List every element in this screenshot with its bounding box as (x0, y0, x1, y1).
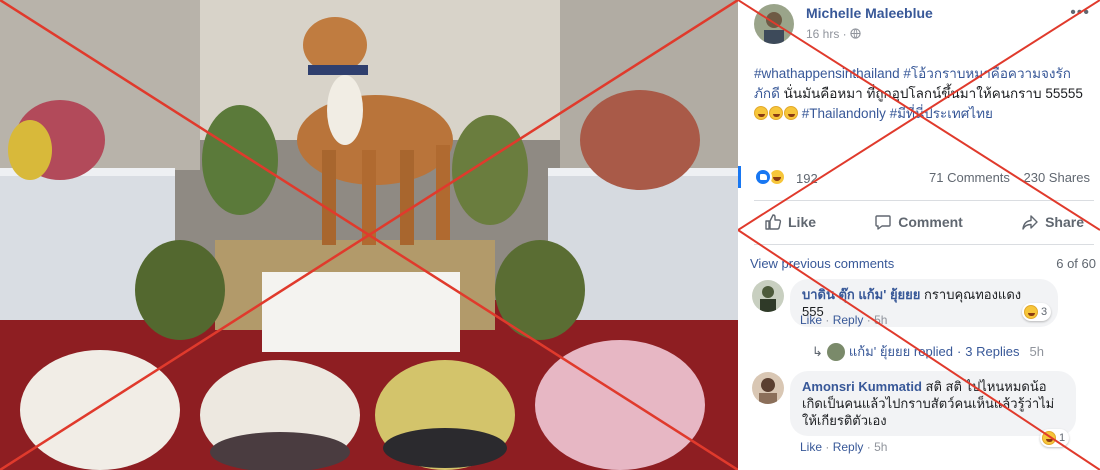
commenter-name[interactable]: บาดิน ตุ๊ก แก้ม' ยุ้ยยย (802, 287, 920, 302)
shrine-photo-illustration (0, 0, 738, 470)
commenter-avatar[interactable] (752, 280, 784, 312)
commenter-avatar[interactable] (752, 372, 784, 404)
commenter-name[interactable]: Amonsri Kummatid (802, 379, 922, 394)
globe-icon (850, 28, 861, 39)
more-horizontal-icon[interactable]: ••• (1070, 4, 1090, 22)
comment-button[interactable]: Comment (864, 209, 973, 235)
post-caption: #whathappensinthailand #โอ้วกราบหมาคือคว… (754, 64, 1094, 124)
hashtag-thailandonly[interactable]: #Thailandonly (802, 106, 886, 121)
haha-reaction-icon (1024, 305, 1038, 319)
comment-reaction-count: 3 (1041, 306, 1048, 318)
share-label: Share (1045, 214, 1084, 230)
post-sidebar: Michelle Maleeblue 16 hrs · ••• #whathap… (738, 0, 1100, 470)
hashtag-whathappensinthailand[interactable]: #whathappensinthailand (754, 66, 900, 81)
thumbs-up-icon (765, 214, 782, 230)
reply-arrow-icon: ↳ (812, 343, 823, 359)
separator-dot: · (825, 440, 830, 454)
like-reaction-icon (754, 168, 772, 186)
rofl-emoji-icon (769, 106, 783, 120)
post-photo[interactable] (0, 0, 738, 470)
replier-avatar (826, 342, 845, 361)
comment-actions: Like · Reply · 5h (800, 440, 887, 454)
comment-reaction-badge[interactable]: 1 (1040, 429, 1070, 447)
post-time-text: 16 hrs · (806, 27, 847, 41)
reaction-count[interactable]: 192 (796, 171, 818, 186)
divider (754, 244, 1094, 245)
view-previous-comments-link[interactable]: View previous comments (750, 256, 894, 271)
comment-age[interactable]: 5h (874, 313, 887, 327)
like-button[interactable]: Like (754, 209, 826, 235)
comment-label: Comment (898, 214, 963, 230)
separator-dot: · (866, 313, 871, 327)
laughing-emojis (754, 106, 798, 120)
separator-dot: · (825, 313, 830, 327)
divider (754, 200, 1094, 201)
comment-like-link[interactable]: Like (800, 313, 822, 327)
hashtag-only-in-thailand[interactable]: #มีที่นี่ประเทศไทย (890, 106, 993, 121)
active-indicator (738, 166, 741, 188)
share-button[interactable]: Share (1011, 209, 1094, 235)
comment-reply-link[interactable]: Reply (833, 313, 864, 327)
like-label: Like (788, 214, 817, 230)
separator-dot: · (866, 440, 871, 454)
view-replies-link[interactable]: ↳ แก้ม' ยุ้ยยย replied · 3 Replies 5h (812, 341, 1044, 362)
post-stats: 192 71 Comments 230 Shares (754, 166, 1094, 190)
author-name[interactable]: Michelle Maleeblue (806, 5, 933, 21)
separator-dot: · (956, 344, 962, 359)
replier-text: แก้ม' ยุ้ยยย replied (848, 344, 953, 359)
comments-count[interactable]: 71 Comments (929, 170, 1010, 185)
comment-reply-link[interactable]: Reply (833, 440, 864, 454)
haha-reaction-icon (1042, 431, 1056, 445)
post-timestamp[interactable]: 16 hrs · (806, 27, 861, 41)
author-avatar[interactable] (754, 4, 794, 44)
caption-text: นั่นมันคือหมา ที่ถูกอุปโลกน์ขึ้นมาให้คนก… (783, 86, 1083, 101)
share-arrow-icon (1022, 215, 1038, 230)
comment-reaction-badge[interactable]: 3 (1022, 303, 1052, 321)
comment-reaction-count: 1 (1059, 432, 1066, 444)
laughing-emoji-icon (784, 106, 798, 120)
grinning-emoji-icon (754, 106, 768, 120)
comment-actions: Like · Reply · 5h (800, 313, 887, 327)
replies-count: 3 Replies (965, 344, 1020, 359)
shares-count[interactable]: 230 Shares (1024, 170, 1091, 185)
reply-age: 5h (1029, 344, 1044, 359)
comment-bubble: Amonsri Kummatid สติ สติ ไปไหนหมดน้อ เกิ… (790, 371, 1076, 436)
comment-age[interactable]: 5h (874, 440, 887, 454)
reaction-icons[interactable] (754, 168, 786, 186)
comments-pagination-count: 6 of 60 (1056, 256, 1096, 271)
comment-like-link[interactable]: Like (800, 440, 822, 454)
post-actions: Like Comment Share (754, 205, 1094, 239)
comment-icon (875, 215, 891, 230)
